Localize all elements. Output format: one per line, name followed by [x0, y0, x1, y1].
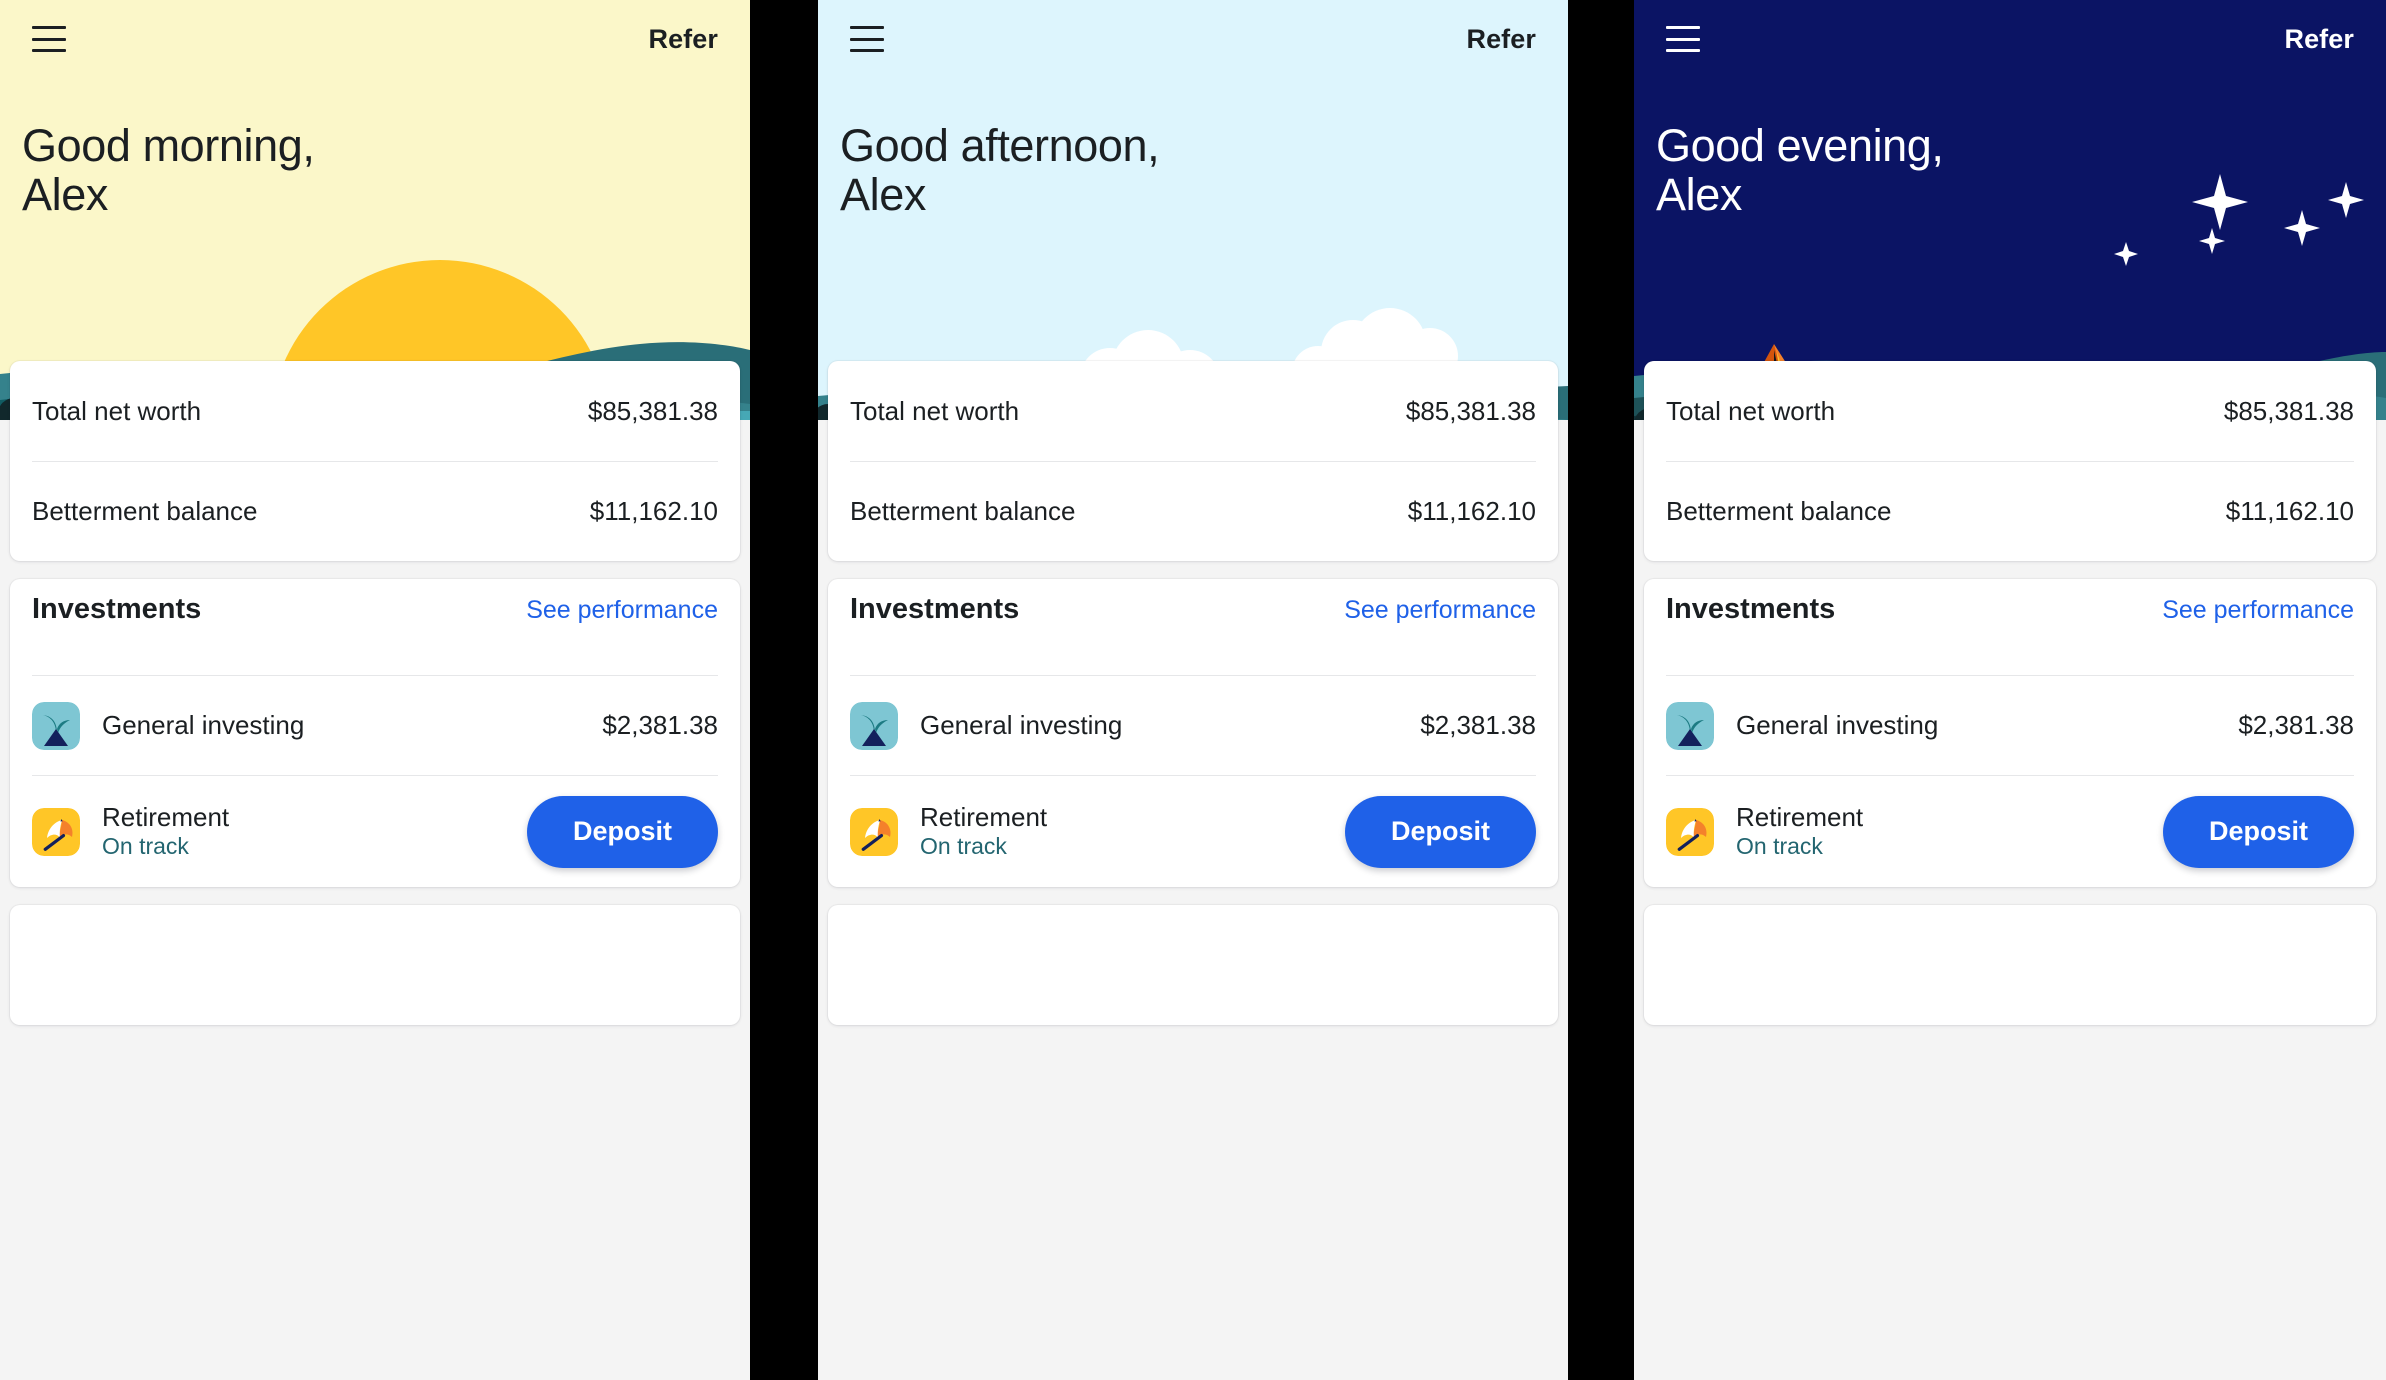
topbar-evening: Refer: [1634, 0, 2386, 78]
investments-card: Investments See performance General inve: [1644, 579, 2376, 887]
greeting-heading: Good afternoon, Alex: [840, 120, 1160, 220]
balance-label: Betterment balance: [32, 496, 258, 526]
balance-label: Total net worth: [1666, 395, 1836, 426]
hamburger-menu-icon[interactable]: [1666, 26, 1700, 52]
investments-title: Investments: [32, 593, 202, 625]
balance-row-net-worth[interactable]: Total net worth $85,381.38: [1666, 361, 2354, 461]
account-text: Retirement On track: [920, 801, 1345, 861]
next-card-partial: [828, 905, 1558, 1025]
topbar-afternoon: Refer: [818, 0, 1568, 78]
umbrella-icon: [32, 807, 80, 856]
account-status: On track: [102, 832, 189, 859]
umbrella-icon: [850, 807, 898, 856]
investment-row-retirement[interactable]: Retirement On track Deposit: [32, 775, 718, 887]
deposit-button[interactable]: Deposit: [1344, 795, 1536, 868]
content-evening: Total net worth $85,381.38 Betterment ba…: [1634, 361, 2386, 1380]
greeting-heading: Good evening, Alex: [1656, 120, 1944, 220]
greeting-heading: Good morning, Alex: [22, 120, 315, 220]
sprout-icon: [1666, 701, 1714, 750]
balance-label: Betterment balance: [1666, 496, 1892, 526]
investment-row-retirement[interactable]: Retirement On track Deposit: [850, 775, 1536, 887]
hamburger-bar: [32, 37, 66, 41]
investments-title: Investments: [850, 593, 1020, 625]
balance-row-net-worth[interactable]: Total net worth $85,381.38: [850, 361, 1536, 461]
content-afternoon: Total net worth $85,381.38 Betterment ba…: [818, 361, 1568, 1380]
deposit-button[interactable]: Deposit: [526, 795, 718, 868]
account-name: General investing: [920, 709, 1123, 740]
account-name: General investing: [1736, 709, 1939, 740]
account-name: Retirement: [102, 801, 230, 832]
sprout-icon: [32, 701, 80, 750]
account-name: Retirement: [1736, 801, 1864, 832]
see-performance-link[interactable]: See performance: [1344, 596, 1536, 625]
balance-label: Betterment balance: [850, 496, 1076, 526]
balances-card: Total net worth $85,381.38 Betterment ba…: [828, 361, 1558, 561]
refer-link[interactable]: Refer: [2284, 24, 2354, 55]
hamburger-menu-icon[interactable]: [850, 26, 884, 52]
account-amount: $2,381.38: [602, 710, 718, 740]
sprout-icon: [850, 701, 898, 750]
balances-card: Total net worth $85,381.38 Betterment ba…: [1644, 361, 2376, 561]
star-cluster: [2114, 174, 2364, 266]
hamburger-bar: [1666, 49, 1700, 52]
screenshot-stage: Refer Good morning, Alex Total net worth…: [0, 0, 2386, 1380]
hamburger-bar: [850, 49, 884, 52]
account-amount: $2,381.38: [2238, 710, 2354, 740]
account-status: On track: [920, 832, 1007, 859]
panel-afternoon: Refer Good afternoon, Alex Total net wor…: [818, 0, 1568, 1380]
account-status: On track: [1736, 832, 1823, 859]
content-morning: Total net worth $85,381.38 Betterment ba…: [0, 361, 750, 1380]
see-performance-link[interactable]: See performance: [2162, 596, 2354, 625]
next-card-partial: [10, 905, 740, 1025]
balance-value: $11,162.10: [1407, 496, 1536, 526]
refer-link[interactable]: Refer: [1466, 24, 1536, 55]
account-text: General investing: [1736, 709, 2238, 740]
investment-row-general-investing[interactable]: General investing $2,381.38: [32, 675, 718, 775]
balance-value: $85,381.38: [2223, 395, 2354, 426]
investments-header: Investments See performance: [1666, 579, 2354, 675]
investments-title: Investments: [1666, 593, 1836, 625]
investments-card: Investments See performance General inve: [10, 579, 740, 887]
investments-card: Investments See performance General inve: [828, 579, 1558, 887]
balance-label: Total net worth: [32, 395, 202, 426]
balance-row-net-worth[interactable]: Total net worth $85,381.38: [32, 361, 718, 461]
balance-row-betterment[interactable]: Betterment balance $11,162.10: [850, 461, 1536, 561]
topbar-morning: Refer: [0, 0, 750, 78]
account-text: General investing: [920, 709, 1420, 740]
hamburger-bar: [32, 26, 66, 29]
umbrella-icon: [1666, 807, 1714, 856]
see-performance-link[interactable]: See performance: [526, 596, 718, 625]
panel-evening: Refer Good evening, Alex Total net worth…: [1634, 0, 2386, 1380]
account-text: Retirement On track: [1736, 801, 2163, 861]
investment-row-general-investing[interactable]: General investing $2,381.38: [850, 675, 1536, 775]
investment-row-retirement[interactable]: Retirement On track Deposit: [1666, 775, 2354, 887]
balance-value: $85,381.38: [1405, 395, 1536, 426]
hamburger-bar: [1666, 26, 1700, 29]
hamburger-bar: [1666, 37, 1700, 41]
balance-value: $85,381.38: [587, 395, 718, 426]
balance-label: Total net worth: [850, 395, 1020, 426]
investments-header: Investments See performance: [850, 579, 1536, 675]
deposit-button[interactable]: Deposit: [2162, 795, 2354, 868]
account-amount: $2,381.38: [1420, 710, 1536, 740]
hamburger-bar: [850, 37, 884, 41]
balance-value: $11,162.10: [2225, 496, 2354, 526]
hamburger-bar: [850, 26, 884, 29]
account-name: Retirement: [920, 801, 1048, 832]
investments-header: Investments See performance: [32, 579, 718, 675]
account-name: General investing: [102, 709, 305, 740]
balance-row-betterment[interactable]: Betterment balance $11,162.10: [32, 461, 718, 561]
hamburger-menu-icon[interactable]: [32, 26, 66, 52]
panel-morning: Refer Good morning, Alex Total net worth…: [0, 0, 750, 1380]
investment-row-general-investing[interactable]: General investing $2,381.38: [1666, 675, 2354, 775]
refer-link[interactable]: Refer: [648, 24, 718, 55]
account-text: General investing: [102, 709, 602, 740]
account-text: Retirement On track: [102, 801, 527, 861]
balance-value: $11,162.10: [589, 496, 718, 526]
hamburger-bar: [32, 49, 66, 52]
next-card-partial: [1644, 905, 2376, 1025]
balances-card: Total net worth $85,381.38 Betterment ba…: [10, 361, 740, 561]
balance-row-betterment[interactable]: Betterment balance $11,162.10: [1666, 461, 2354, 561]
